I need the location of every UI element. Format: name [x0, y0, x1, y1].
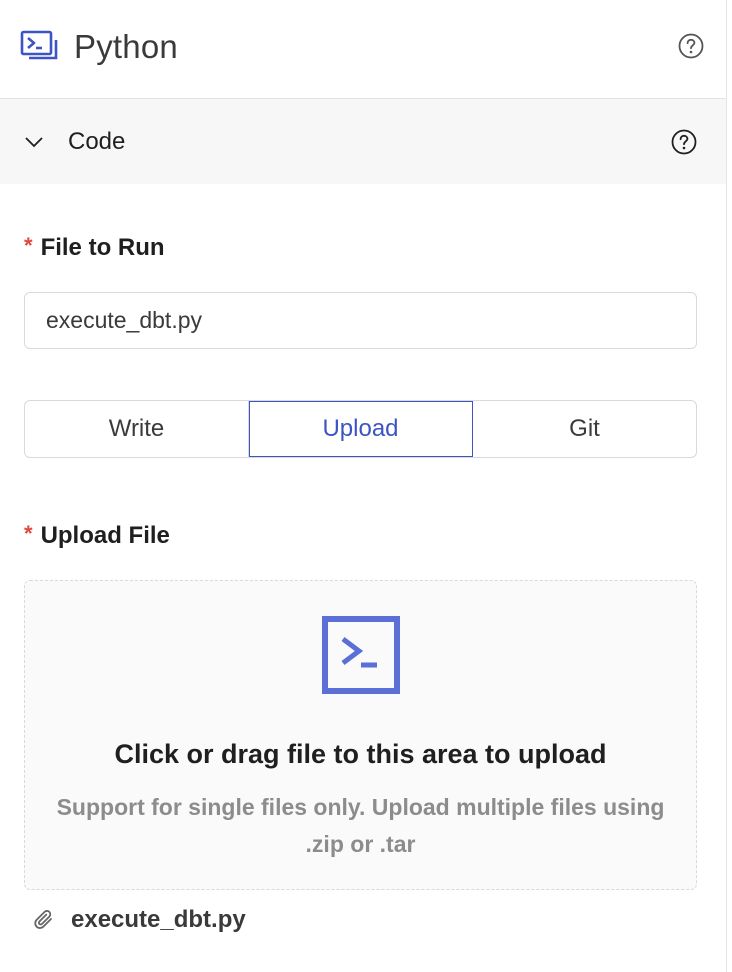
upload-dropzone[interactable]: Click or drag file to this area to uploa… [24, 580, 697, 890]
dropzone-hint-line: Support for single files only. Upload mu… [56, 794, 665, 820]
file-to-run-label-text: File to Run [40, 234, 165, 261]
file-to-run-input[interactable] [24, 292, 697, 349]
uploaded-file-name: execute_dbt.py [71, 906, 246, 933]
file-to-run-label: * File to Run [24, 233, 165, 262]
question-circle-icon[interactable] [671, 129, 697, 155]
chevron-down-icon [24, 132, 44, 152]
dropzone-hint: Support for single files only. Upload mu… [25, 789, 696, 863]
terminal-icon [321, 615, 401, 695]
tab-git[interactable]: Git [473, 401, 696, 457]
tab-write[interactable]: Write [25, 401, 249, 457]
question-circle-icon[interactable] [678, 33, 704, 59]
source-type-selector: Write Upload Git [24, 400, 697, 458]
tab-upload[interactable]: Upload [249, 401, 473, 457]
section-label: Code [68, 127, 126, 155]
code-section-header[interactable]: Code [0, 99, 726, 184]
panel-header: Python [0, 0, 726, 99]
paperclip-icon [32, 908, 56, 932]
dropzone-title: Click or drag file to this area to uploa… [114, 739, 607, 769]
uploaded-file-item[interactable]: execute_dbt.py [32, 906, 246, 934]
python-task-panel: Python Code * File to Run execute_dbt.py… [0, 0, 727, 972]
dropzone-hint-line: .zip or .tar [305, 831, 416, 857]
upload-file-label-text: Upload File [40, 522, 170, 549]
required-mark: * [24, 521, 33, 546]
upload-file-label: * Upload File [24, 521, 170, 550]
required-mark: * [24, 233, 33, 258]
python-terminal-icon [20, 27, 60, 67]
page-title: Python [74, 28, 178, 65]
